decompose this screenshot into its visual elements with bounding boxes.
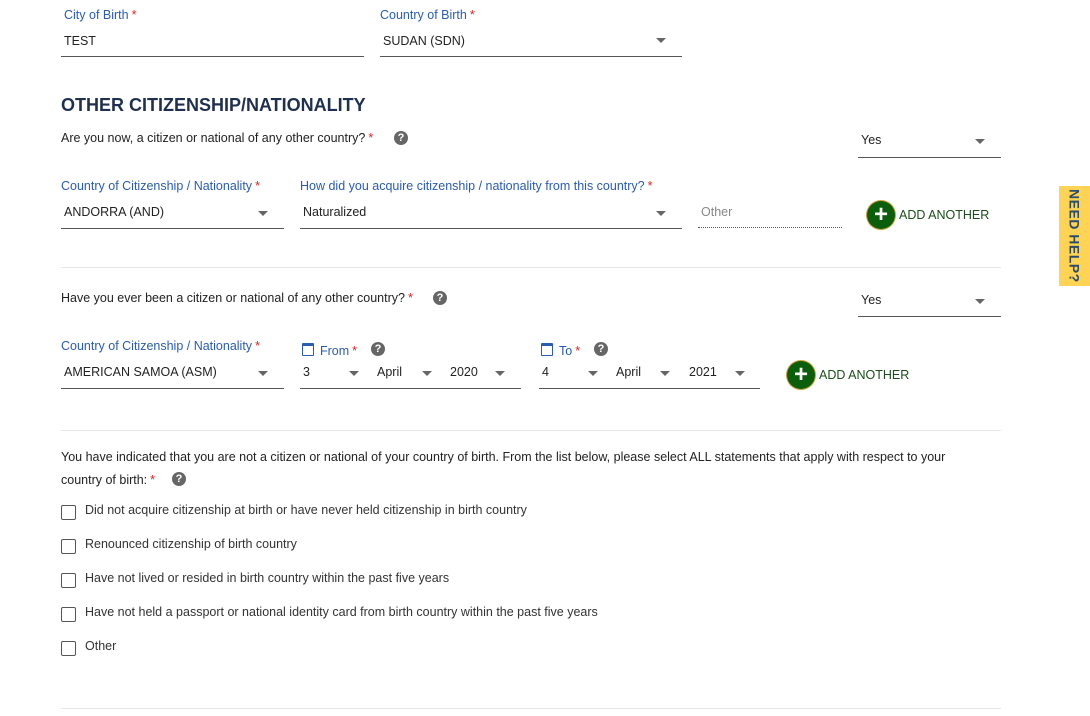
underline — [300, 228, 682, 229]
underline — [858, 157, 1001, 158]
section-title: OTHER CITIZENSHIP/NATIONALITY — [61, 95, 366, 115]
checkbox-label: Did not acquire citizenship at birth or … — [85, 503, 527, 517]
chevron-down-icon — [495, 371, 505, 376]
to-label: To * — [541, 343, 580, 358]
chevron-down-icon — [258, 371, 268, 376]
city-of-birth-label: City of Birth * — [64, 8, 137, 22]
from-year-select[interactable]: 2020 — [450, 365, 478, 379]
chevron-down-icon — [975, 139, 985, 144]
calendar-icon — [541, 343, 553, 356]
underline — [858, 316, 1001, 317]
plus-icon: + — [787, 361, 815, 389]
city-underline — [61, 56, 364, 57]
current-citizenship-select[interactable]: Yes — [861, 133, 881, 147]
checkbox-no-passport[interactable] — [61, 607, 76, 622]
chevron-down-icon — [656, 38, 666, 43]
past-country-select[interactable]: AMERICAN SAMOA (ASM) — [64, 365, 217, 379]
add-another-label: ADD ANOTHER — [899, 208, 990, 222]
add-another-past-citizenship-button[interactable]: + ADD ANOTHER — [787, 361, 909, 389]
country-of-birth-select[interactable]: SUDAN (SDN) — [383, 34, 465, 48]
add-another-label: ADD ANOTHER — [819, 368, 910, 382]
checkbox-label: Have not lived or resided in birth count… — [85, 571, 450, 585]
calendar-icon — [302, 343, 314, 356]
past-citizenship-question: Have you ever been a citizen or national… — [61, 291, 413, 305]
need-help-tab[interactable]: NEED HELP? — [1059, 186, 1090, 286]
chevron-down-icon — [975, 299, 985, 304]
citizenship-country-select[interactable]: ANDORRA (AND) — [64, 205, 164, 219]
underline — [539, 388, 760, 389]
chevron-down-icon — [422, 371, 432, 376]
other-underline — [698, 227, 842, 228]
country-underline — [380, 56, 682, 57]
checkbox-label: Have not held a passport or national ide… — [85, 605, 598, 619]
past-citizenship-select[interactable]: Yes — [861, 293, 881, 307]
current-citizenship-question: Are you now, a citizen or national of an… — [61, 131, 374, 145]
past-country-label: Country of Citizenship / Nationality * — [61, 339, 260, 353]
checkbox-not-lived[interactable] — [61, 573, 76, 588]
from-month-select[interactable]: April — [377, 365, 402, 379]
checkbox-never-held-citizenship[interactable] — [61, 505, 76, 520]
checkbox-other[interactable] — [61, 641, 76, 656]
statements-prompt-line2: country of birth: * — [61, 473, 156, 487]
acquire-method-label: How did you acquire citizenship / nation… — [300, 179, 653, 193]
divider — [61, 708, 1001, 709]
add-another-citizenship-button[interactable]: + ADD ANOTHER — [867, 201, 989, 229]
citizenship-country-label: Country of Citizenship / Nationality * — [61, 179, 260, 193]
divider — [61, 430, 1001, 431]
help-icon[interactable]: ? — [394, 131, 408, 145]
chevron-down-icon — [735, 371, 745, 376]
underline — [300, 388, 521, 389]
to-year-select[interactable]: 2021 — [689, 365, 717, 379]
help-icon[interactable]: ? — [433, 291, 447, 305]
underline — [61, 228, 284, 229]
country-of-birth-label: Country of Birth * — [380, 8, 475, 22]
divider — [61, 267, 1001, 268]
to-day-select[interactable]: 4 — [542, 365, 549, 379]
chevron-down-icon — [660, 371, 670, 376]
statements-prompt: You have indicated that you are not a ci… — [61, 450, 946, 464]
checkbox-label: Renounced citizenship of birth country — [85, 537, 297, 551]
to-month-select[interactable]: April — [616, 365, 641, 379]
other-input[interactable]: Other — [701, 205, 732, 219]
from-label: From * — [302, 343, 357, 358]
checkbox-renounced[interactable] — [61, 539, 76, 554]
chevron-down-icon — [588, 371, 598, 376]
help-icon[interactable]: ? — [172, 472, 186, 486]
acquire-method-select[interactable]: Naturalized — [303, 205, 366, 219]
plus-icon: + — [867, 201, 895, 229]
chevron-down-icon — [656, 211, 666, 216]
city-of-birth-input[interactable]: TEST — [64, 34, 96, 48]
chevron-down-icon — [258, 211, 268, 216]
need-help-label: NEED HELP? — [1066, 189, 1083, 283]
help-icon[interactable]: ? — [594, 342, 608, 356]
from-day-select[interactable]: 3 — [303, 365, 310, 379]
help-icon[interactable]: ? — [371, 342, 385, 356]
checkbox-label: Other — [85, 639, 117, 653]
underline — [61, 388, 284, 389]
chevron-down-icon — [349, 371, 359, 376]
